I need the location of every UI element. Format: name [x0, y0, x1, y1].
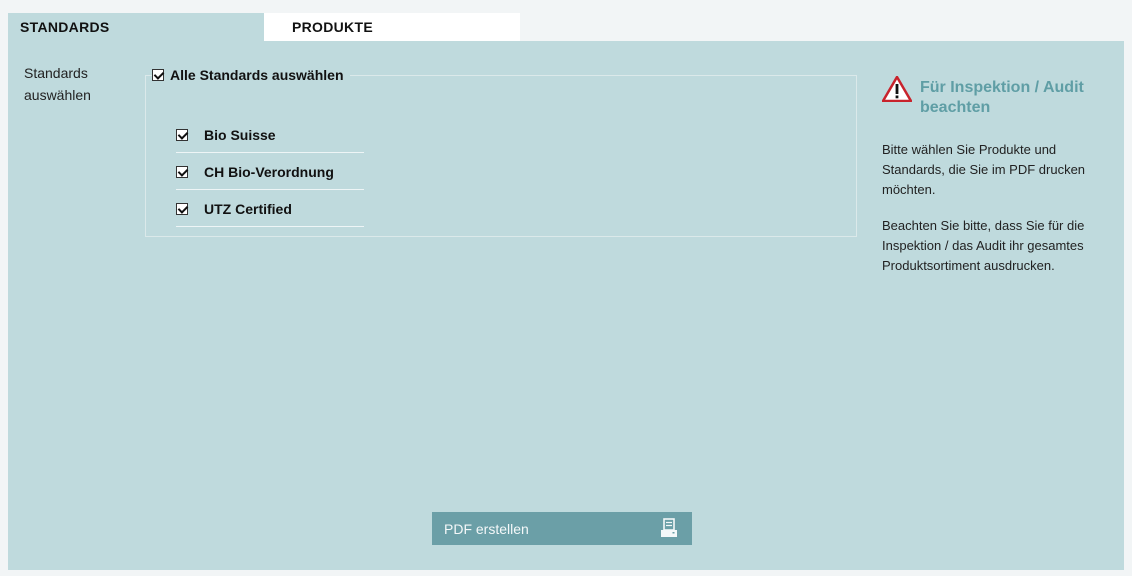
tab-bar: STANDARDS PRODUKTE: [8, 13, 1124, 41]
utz-certified-label: UTZ Certified: [204, 200, 292, 217]
notice-text-1: Bitte wählen Sie Produkte und Standards,…: [882, 142, 1086, 197]
printer-icon: [661, 518, 677, 537]
ch-bio-verordnung-checkbox[interactable]: [176, 166, 188, 178]
notice-text-2: Beachten Sie bitte, dass Sie für die Ins…: [882, 218, 1085, 273]
bio-suisse-label: Bio Suisse: [204, 126, 276, 143]
select-all-label: Alle Standards auswählen: [170, 67, 344, 83]
tab-produkte[interactable]: PRODUKTE: [264, 13, 520, 41]
tab-standards[interactable]: STANDARDS: [8, 13, 264, 41]
utz-certified-checkbox[interactable]: [176, 203, 188, 215]
select-all-standards[interactable]: Alle Standards auswählen: [152, 65, 350, 85]
standard-option-utz-certified[interactable]: UTZ Certified: [176, 192, 364, 227]
section-label: Standards auswählen: [24, 65, 91, 103]
pdf-create-button[interactable]: PDF erstellen: [432, 512, 692, 545]
ch-bio-verordnung-label: CH Bio-Verordnung: [204, 163, 334, 180]
standards-panel: Standards auswählen Alle Standards auswä…: [8, 41, 1124, 570]
select-all-checkbox[interactable]: [152, 69, 164, 81]
bio-suisse-checkbox[interactable]: [176, 129, 188, 141]
pdf-create-label: PDF erstellen: [444, 520, 529, 537]
standard-option-bio-suisse[interactable]: Bio Suisse: [176, 118, 364, 153]
standard-option-ch-bio-verordnung[interactable]: CH Bio-Verordnung: [176, 155, 364, 190]
notice-title: Für Inspektion / Audit beachten: [920, 79, 1084, 116]
warning-triangle-icon: [882, 76, 912, 102]
inspection-notice: Für Inspektion / Audit beachten Bitte wä…: [882, 76, 1122, 292]
